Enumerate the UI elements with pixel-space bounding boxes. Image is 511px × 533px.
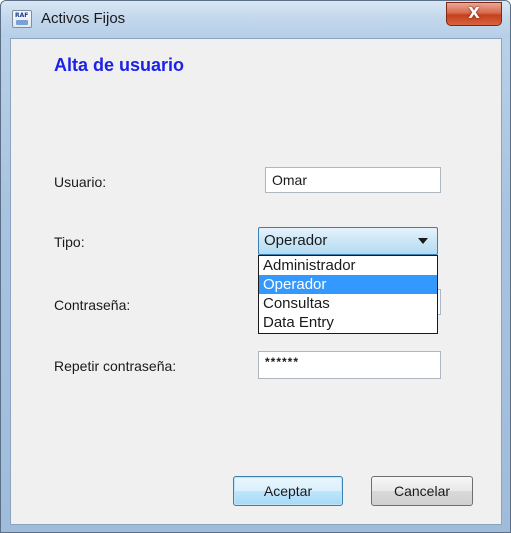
- cancelar-button[interactable]: Cancelar: [371, 476, 473, 506]
- tipo-option-consultas[interactable]: Consultas: [259, 294, 437, 313]
- aceptar-button[interactable]: Aceptar: [233, 476, 343, 506]
- form-title: Alta de usuario: [54, 55, 185, 75]
- tipo-combobox[interactable]: Operador: [258, 227, 438, 255]
- chevron-down-icon[interactable]: [418, 238, 428, 244]
- tipo-option-administrador[interactable]: Administrador: [259, 256, 437, 275]
- close-button[interactable]: X: [446, 2, 502, 26]
- title-bar[interactable]: RAF Activos Fijos X: [1, 1, 510, 37]
- tipo-option-data-entry[interactable]: Data Entry: [259, 313, 437, 332]
- usuario-input[interactable]: Omar: [265, 167, 441, 193]
- close-icon: X: [468, 4, 480, 22]
- tipo-option-operador[interactable]: Operador: [259, 275, 437, 294]
- contrasena-label: Contraseña:: [54, 297, 131, 313]
- window-title: Activos Fijos: [41, 10, 126, 27]
- tipo-dropdown-list: Administrador Operador Consultas Data En…: [258, 255, 438, 334]
- usuario-label: Usuario:: [54, 174, 107, 190]
- tipo-label: Tipo:: [54, 234, 85, 250]
- app-icon-text: RAF: [15, 12, 29, 19]
- dialog-window: RAF Activos Fijos X Alta de usuario Usua…: [0, 0, 511, 533]
- repetir-contrasena-input[interactable]: ******: [258, 351, 441, 379]
- repetir-contrasena-label: Repetir contraseña:: [54, 358, 177, 374]
- tipo-selected-value: Operador: [264, 232, 328, 249]
- app-icon: RAF: [12, 10, 32, 28]
